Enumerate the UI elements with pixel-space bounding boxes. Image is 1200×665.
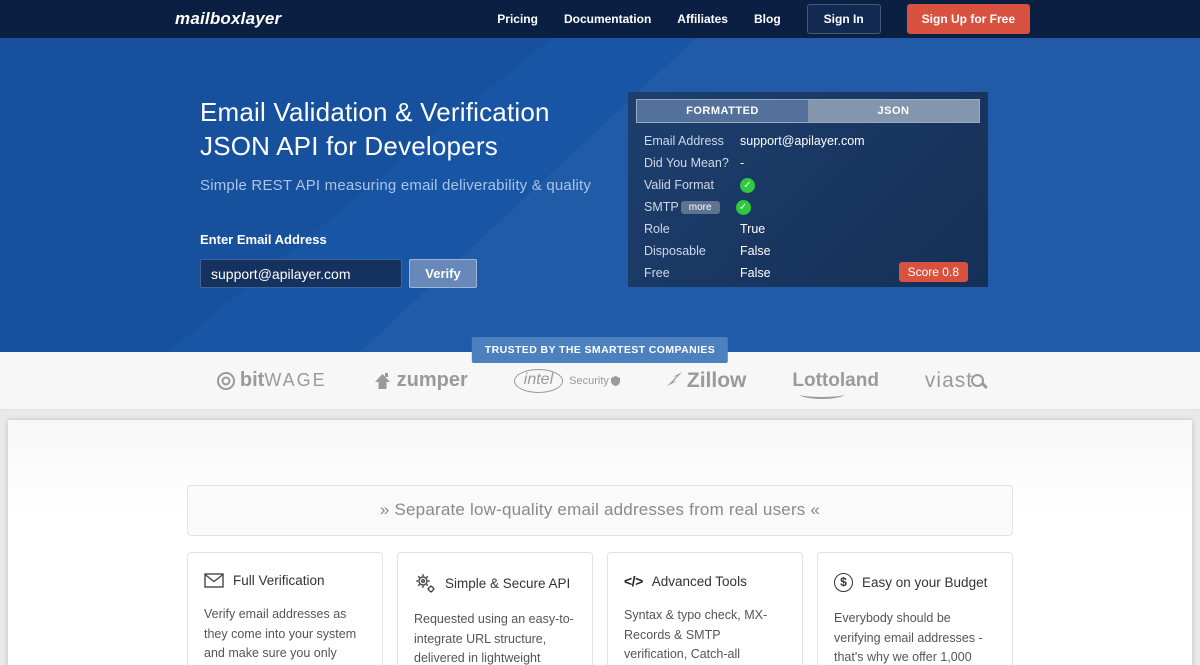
nav-link-documentation[interactable]: Documentation: [564, 12, 651, 26]
hero-background: [0, 38, 1200, 352]
hero-section: Email Validation & Verification JSON API…: [0, 38, 1200, 363]
verify-button[interactable]: Verify: [409, 259, 477, 288]
feature-card-easy-budget: $ Easy on your Budget Everybody should b…: [817, 552, 1013, 665]
page-title-line1: Email Validation & Verification: [200, 97, 550, 127]
row-label: Email Address: [644, 134, 724, 148]
row-value: False: [740, 266, 771, 280]
result-row-free: Free False Score 0.8: [644, 262, 972, 284]
gears-icon: [416, 574, 435, 593]
result-row-disposable: Disposable False: [644, 240, 972, 262]
logo-intel-security: intel Security: [513, 368, 620, 393]
row-label: Disposable: [644, 244, 706, 258]
quote-box: » Separate low-quality email addresses f…: [187, 485, 1013, 536]
tab-formatted[interactable]: FORMATTED: [637, 100, 808, 122]
row-value: False: [740, 244, 771, 258]
sign-up-button[interactable]: Sign Up for Free: [906, 4, 1030, 34]
result-row-role: Role True: [644, 218, 972, 240]
card-body: Everybody should be verifying email addr…: [834, 611, 983, 664]
nav-link-blog[interactable]: Blog: [754, 12, 781, 26]
row-value: -: [740, 156, 745, 170]
dollar-icon: $: [834, 573, 853, 592]
tab-json[interactable]: JSON: [808, 100, 979, 122]
content-panel: » Separate low-quality email addresses f…: [8, 420, 1192, 665]
intel-oval-text: intel: [513, 368, 564, 393]
zumper-text: zumper: [396, 369, 468, 391]
card-title: Simple & Secure API: [445, 575, 571, 591]
bitwage-icon: [216, 371, 235, 390]
zumper-house-icon: [374, 372, 390, 389]
result-row-didyoumean: Did You Mean? -: [644, 152, 972, 174]
nav-link-pricing[interactable]: Pricing: [497, 12, 538, 26]
score-badge: Score 0.8: [898, 262, 968, 282]
lottoland-text: Lottoland: [792, 369, 879, 391]
feature-cards: Full Verification Verify email addresses…: [187, 552, 1013, 665]
feature-card-advanced-tools: </> Advanced Tools Syntax & typo check, …: [607, 552, 803, 665]
navbar: mailboxlayer Pricing Documentation Affil…: [0, 0, 1200, 38]
zillow-icon: [666, 372, 682, 386]
email-form: Verify: [200, 259, 591, 288]
hero-content: Email Validation & Verification JSON API…: [200, 95, 591, 288]
logo-zumper: zumper: [373, 369, 468, 392]
more-badge[interactable]: more: [680, 200, 720, 214]
check-icon: ✓: [740, 177, 755, 193]
row-label: SMTP: [644, 200, 679, 214]
email-input-label: Enter Email Address: [200, 232, 327, 247]
row-label: Free: [644, 266, 670, 280]
result-row-email: Email Address support@apilayer.com: [644, 130, 972, 152]
code-icon: </>: [624, 573, 643, 589]
result-tabs: FORMATTED JSON: [636, 99, 980, 123]
envelope-icon: [204, 573, 224, 588]
card-title: Full Verification: [233, 573, 325, 588]
row-label: Valid Format: [644, 178, 714, 192]
nav-links: Pricing Documentation Affiliates Blog Si…: [497, 4, 1030, 34]
check-icon: ✓: [735, 199, 751, 215]
lottoland-smile-icon: [800, 390, 845, 399]
row-label: Role: [644, 222, 670, 236]
row-value: support@apilayer.com: [740, 134, 865, 148]
bitwage-text2: WAGE: [264, 370, 327, 390]
row-label: Did You Mean?: [644, 156, 729, 170]
nav-link-affiliates[interactable]: Affiliates: [677, 12, 728, 26]
result-row-valid-format: Valid Format ✓: [644, 174, 972, 196]
shield-icon: [610, 375, 620, 386]
logo-lottoland: Lottoland: [792, 369, 879, 399]
card-body: Requested using an easy-to-integrate URL…: [414, 612, 574, 665]
magnifier-icon: [971, 374, 988, 389]
logo-bitwage: bit WAGE: [216, 369, 327, 392]
brand-logo[interactable]: mailboxlayer: [175, 9, 281, 29]
card-body: Syntax & typo check, MX-Records & SMTP v…: [624, 608, 768, 661]
feature-card-full-verification: Full Verification Verify email addresses…: [187, 552, 383, 665]
page-title-line2: JSON API for Developers: [200, 131, 498, 161]
page-title: Email Validation & Verification JSON API…: [200, 95, 591, 163]
trusted-banner: TRUSTED BY THE SMARTEST COMPANIES: [471, 337, 729, 363]
card-title: Advanced Tools: [651, 573, 747, 589]
card-body: Verify email addresses as they come into…: [204, 607, 357, 660]
feature-card-simple-secure-api: Simple & Secure API Requested using an e…: [397, 552, 593, 665]
bitwage-text: bit: [239, 369, 265, 391]
result-rows: Email Address support@apilayer.com Did Y…: [636, 130, 980, 284]
result-panel: FORMATTED JSON Email Address support@api…: [628, 92, 988, 287]
intel-security-text: Security: [569, 374, 609, 387]
quote-text: » Separate low-quality email addresses f…: [379, 500, 821, 519]
logo-zillow: Zillow: [666, 368, 747, 393]
viasto-text: viast: [924, 368, 974, 392]
card-title: Easy on your Budget: [862, 575, 988, 590]
email-input[interactable]: [200, 259, 402, 288]
page-subtitle: Simple REST API measuring email delivera…: [200, 177, 592, 194]
logo-viasto: viast: [924, 368, 988, 393]
sign-in-button[interactable]: Sign In: [806, 4, 881, 34]
result-row-smtp: SMTP more ✓: [644, 196, 972, 218]
zillow-text: Zillow: [686, 368, 747, 392]
row-value: True: [740, 222, 766, 236]
